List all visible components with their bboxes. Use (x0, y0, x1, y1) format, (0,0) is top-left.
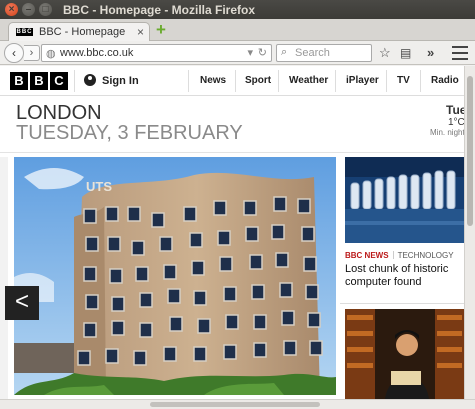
search-icon: ⌕ (281, 46, 288, 58)
weather-min-label: Min. night (430, 128, 464, 137)
window-maximize-button[interactable]: □ (39, 3, 52, 16)
reload-icon[interactable]: ↻ (258, 46, 267, 59)
weather-temp: 1°C (448, 117, 464, 128)
nav-divider (188, 70, 189, 92)
user-icon (84, 74, 96, 86)
sign-in-link[interactable]: Sign In (84, 74, 139, 87)
building-photo: UTS (14, 157, 336, 395)
section-divider (0, 152, 464, 153)
url-text[interactable]: www.bbc.co.uk (60, 47, 133, 59)
news-tag[interactable]: BBC NEWS (345, 251, 389, 260)
page-viewport: BBC Sign In News Sport Weather iPlayer T… (0, 66, 464, 399)
nav-divider (335, 70, 336, 92)
bbc-logo[interactable]: BBC (10, 72, 70, 90)
window-minimize-button[interactable]: – (22, 3, 35, 16)
building-sign-text: UTS (86, 179, 112, 194)
hero-image[interactable]: UTS (14, 157, 336, 395)
nav-divider (386, 70, 387, 92)
bbc-logo-letter: C (50, 72, 68, 90)
title-bar: × – □ BBC - Homepage - Mozilla Firefox (0, 0, 475, 19)
story-divider (340, 303, 464, 304)
window-close-button[interactable]: × (5, 3, 18, 16)
clipboard-icon[interactable]: ▤ (400, 44, 411, 62)
window-title: BBC - Homepage - Mozilla Firefox (63, 3, 256, 17)
weather-day: Tue (446, 103, 464, 117)
overflow-chevron-icon[interactable]: » (427, 44, 434, 62)
tab-label: BBC - Homepage (39, 26, 126, 38)
nav-sport[interactable]: Sport (245, 75, 271, 86)
bbc-header: BBC Sign In News Sport Weather iPlayer T… (0, 66, 464, 96)
url-bar[interactable]: ◍ www.bbc.co.uk ▾ ↻ (41, 44, 272, 62)
bbc-logo-letter: B (30, 72, 48, 90)
carousel-prev-button[interactable]: < (5, 286, 39, 320)
forward-button[interactable]: › (24, 45, 40, 61)
nav-divider (278, 70, 279, 92)
story1-category[interactable]: BBC NEWS TECHNOLOGY (345, 251, 454, 260)
hamburger-menu-icon[interactable] (452, 46, 468, 60)
library-photo (345, 309, 464, 399)
search-input[interactable]: Search (295, 47, 330, 59)
url-dropdown-icon[interactable]: ▾ (247, 46, 253, 59)
topic-tag[interactable]: TECHNOLOGY (398, 251, 454, 260)
story2-image[interactable] (345, 309, 464, 399)
navigation-toolbar: ‹ › ◍ www.bbc.co.uk ▾ ↻ ⌕ Search ☆ ▤ » (0, 41, 475, 65)
horizontal-scrollbar[interactable] (0, 399, 475, 409)
back-button[interactable]: ‹ (4, 43, 24, 63)
new-tab-plus-icon[interactable]: + (156, 21, 166, 38)
story1-image[interactable] (345, 157, 464, 243)
tab-bbc-homepage[interactable]: BBC BBC - Homepage × (8, 22, 150, 42)
nav-radio[interactable]: Radio (431, 75, 459, 86)
tab-close-icon[interactable]: × (137, 25, 144, 39)
firefox-window: × – □ BBC - Homepage - Mozilla Firefox B… (0, 0, 475, 409)
vertical-scroll-thumb[interactable] (467, 76, 473, 226)
nav-iplayer[interactable]: iPlayer (346, 75, 379, 86)
tag-divider (392, 251, 394, 259)
vertical-scrollbar[interactable] (464, 66, 475, 399)
nav-divider (235, 70, 236, 92)
tab-strip: BBC BBC - Homepage × + (0, 19, 475, 42)
nav-news[interactable]: News (200, 75, 226, 86)
nav-weather[interactable]: Weather (289, 75, 328, 86)
nav-divider (420, 70, 421, 92)
bbc-logo-letter: B (10, 72, 28, 90)
nav-tv[interactable]: TV (397, 75, 410, 86)
bbc-favicon-icon: BBC (16, 28, 33, 36)
nav-divider (74, 70, 75, 92)
location-date: TUESDAY, 3 FEBRUARY (16, 122, 243, 144)
left-gutter (0, 157, 8, 399)
bookmark-star-icon[interactable]: ☆ (379, 44, 391, 62)
globe-icon: ◍ (46, 48, 56, 60)
computer-photo (345, 157, 464, 243)
story1-headline[interactable]: Lost chunk of historic computer found (345, 263, 464, 289)
horizontal-scroll-thumb[interactable] (150, 402, 320, 407)
search-box[interactable]: ⌕ Search (276, 44, 372, 62)
sign-in-label: Sign In (102, 75, 139, 87)
